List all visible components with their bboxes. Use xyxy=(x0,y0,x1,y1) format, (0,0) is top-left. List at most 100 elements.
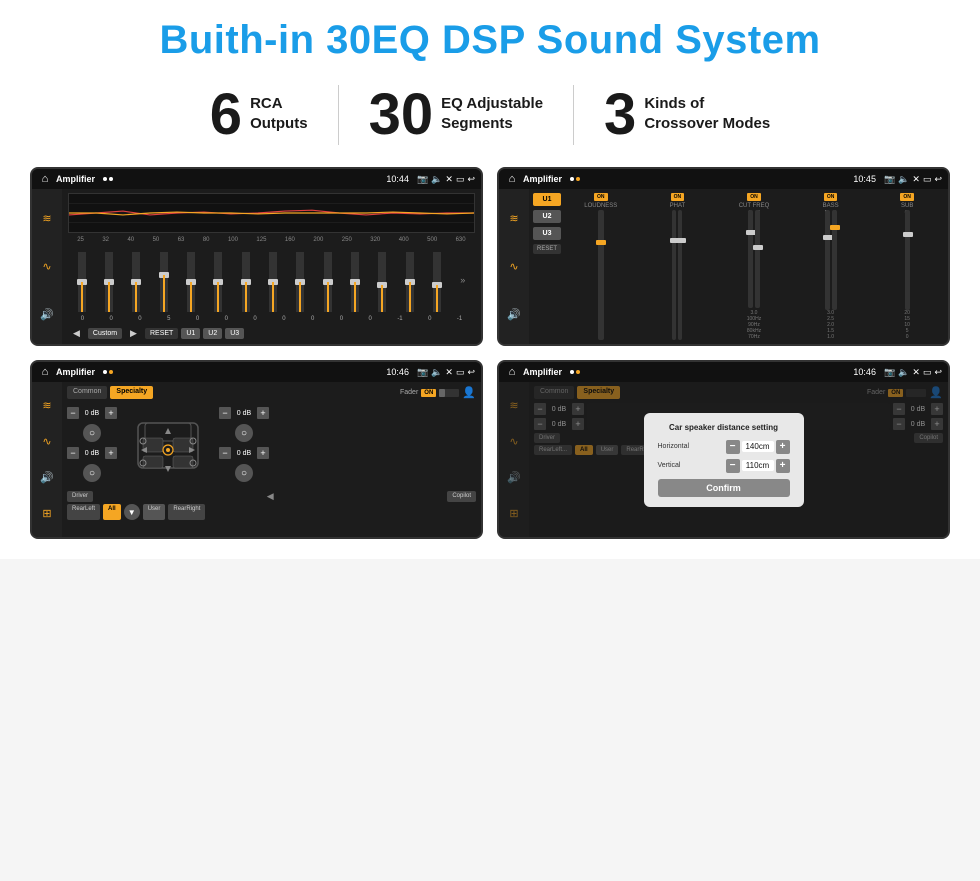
vol-sidebar-icon-2[interactable]: 🔊 xyxy=(507,308,521,321)
vol-sidebar-icon-1[interactable]: 🔊 xyxy=(40,308,54,321)
val-0-4: 0 xyxy=(196,316,199,322)
confirm-button[interactable]: Confirm xyxy=(658,479,790,497)
val-0-9: 0 xyxy=(340,316,343,322)
vertical-minus[interactable]: − xyxy=(726,459,740,473)
fader-bar-bg xyxy=(906,389,926,397)
driver-bg: Driver xyxy=(534,433,560,443)
minus-btn-2[interactable]: − xyxy=(67,447,79,459)
vol-sidebar-icon-3[interactable]: 🔊 xyxy=(40,471,54,484)
person-icon[interactable]: 👤 xyxy=(462,386,476,399)
slider-13[interactable] xyxy=(406,252,414,312)
preset-u3[interactable]: U3 xyxy=(533,227,561,240)
back-icon-1[interactable]: ↩ xyxy=(467,174,475,185)
vol-icon-4: 🔈 xyxy=(898,367,909,378)
slider-5[interactable] xyxy=(187,252,195,312)
driver-btn[interactable]: Driver xyxy=(67,491,93,502)
expand-icon-4: ⊞ xyxy=(509,507,518,520)
expand-icon-3[interactable]: ⊞ xyxy=(42,507,51,520)
horizontal-label: Horizontal xyxy=(658,443,703,450)
u1-btn-1[interactable]: U1 xyxy=(181,328,200,339)
user-btn[interactable]: User xyxy=(143,504,166,520)
fader-on-badge[interactable]: ON xyxy=(421,389,436,397)
slider-11[interactable] xyxy=(351,252,359,312)
freq-25: 25 xyxy=(77,237,84,243)
down-btn[interactable]: ▼ xyxy=(124,504,140,520)
sub-slider[interactable] xyxy=(905,210,910,310)
loudness-on[interactable]: ON xyxy=(594,193,608,201)
dialog-box: Car speaker distance setting Horizontal … xyxy=(644,413,804,507)
slider-7[interactable] xyxy=(242,252,250,312)
reset-btn-2[interactable]: RESET xyxy=(533,244,561,254)
vol-icon-2: 🔈 xyxy=(898,174,909,185)
phat-slider-2[interactable] xyxy=(678,210,682,340)
phat-slider[interactable] xyxy=(672,210,676,340)
bass-slider1[interactable] xyxy=(825,210,830,310)
minus-btn-4[interactable]: − xyxy=(219,447,231,459)
slider-12[interactable] xyxy=(378,252,386,312)
db-val-4: 0 dB xyxy=(233,450,255,457)
stat-eq-sublabel: Segments xyxy=(441,114,543,134)
vertical-plus[interactable]: + xyxy=(776,459,790,473)
slider-10[interactable] xyxy=(324,252,332,312)
horizontal-minus[interactable]: − xyxy=(726,440,740,454)
eq-icon-2[interactable]: ≋ xyxy=(509,212,518,225)
cutfreq-slider1[interactable] xyxy=(748,210,753,308)
home-icon-1[interactable] xyxy=(38,172,52,186)
arrow-left-icon[interactable]: ◀ xyxy=(267,491,274,502)
loudness-slider[interactable] xyxy=(598,210,604,340)
fader-bar[interactable] xyxy=(439,389,459,397)
back-icon-3[interactable]: ↩ xyxy=(467,367,475,378)
slider-3[interactable] xyxy=(132,252,140,312)
copilot-btn[interactable]: Copilot xyxy=(447,491,476,502)
minus-btn-1[interactable]: − xyxy=(67,407,79,419)
slider-1[interactable] xyxy=(78,252,86,312)
copilot-bg: Copilot xyxy=(914,433,943,443)
eq-icon-1[interactable]: ≋ xyxy=(42,212,51,225)
slider-8[interactable] xyxy=(269,252,277,312)
slider-2[interactable] xyxy=(105,252,113,312)
home-icon-3[interactable] xyxy=(38,365,52,379)
rearright-btn[interactable]: RearRight xyxy=(168,504,205,520)
home-icon-4[interactable] xyxy=(505,365,519,379)
slider-4[interactable] xyxy=(160,252,168,312)
tab-specialty[interactable]: Specialty xyxy=(110,386,153,399)
all-btn[interactable]: All xyxy=(103,504,121,520)
home-icon-2[interactable] xyxy=(505,172,519,186)
freq-200: 200 xyxy=(313,237,323,243)
wave-icon-1[interactable]: ∿ xyxy=(42,260,51,273)
horizontal-plus[interactable]: + xyxy=(776,440,790,454)
preset-u2[interactable]: U2 xyxy=(533,210,561,223)
phat-on[interactable]: ON xyxy=(671,193,685,201)
wave-icon-3[interactable]: ∿ xyxy=(42,435,51,448)
prev-btn[interactable]: ◀ xyxy=(68,326,85,341)
reset-btn-1[interactable]: RESET xyxy=(145,328,178,339)
camera-icon-4: 📷 xyxy=(884,367,895,378)
eq-icon-3[interactable]: ≋ xyxy=(42,399,51,412)
tab-common[interactable]: Common xyxy=(67,386,107,399)
db-row-bg-2: − 0 dB + xyxy=(534,418,584,430)
plus-btn-1[interactable]: + xyxy=(105,407,117,419)
cutfreq-on[interactable]: ON xyxy=(747,193,761,201)
sub-on[interactable]: ON xyxy=(900,193,914,201)
minus-btn-3[interactable]: − xyxy=(219,407,231,419)
plus-btn-3[interactable]: + xyxy=(257,407,269,419)
u3-btn-1[interactable]: U3 xyxy=(225,328,244,339)
cutfreq-slider2[interactable] xyxy=(755,210,760,308)
plus-btn-2[interactable]: + xyxy=(105,447,117,459)
preset-u1[interactable]: U1 xyxy=(533,193,561,206)
back-icon-2[interactable]: ↩ xyxy=(934,174,942,185)
bass-on[interactable]: ON xyxy=(824,193,838,201)
db-row-2: − 0 dB + xyxy=(67,447,117,459)
slider-6[interactable] xyxy=(214,252,222,312)
slider-9[interactable] xyxy=(296,252,304,312)
bass-label: BASS xyxy=(823,203,839,209)
plus-btn-4[interactable]: + xyxy=(257,447,269,459)
u2-btn-1[interactable]: U2 xyxy=(203,328,222,339)
rearleft-btn[interactable]: RearLeft xyxy=(67,504,100,520)
slider-14[interactable] xyxy=(433,252,441,312)
next-btn[interactable]: ▶ xyxy=(125,326,142,341)
bass-slider2[interactable] xyxy=(832,210,837,310)
close-icon-1: ✕ xyxy=(445,174,453,185)
back-icon-4[interactable]: ↩ xyxy=(934,367,942,378)
wave-icon-2[interactable]: ∿ xyxy=(509,260,518,273)
